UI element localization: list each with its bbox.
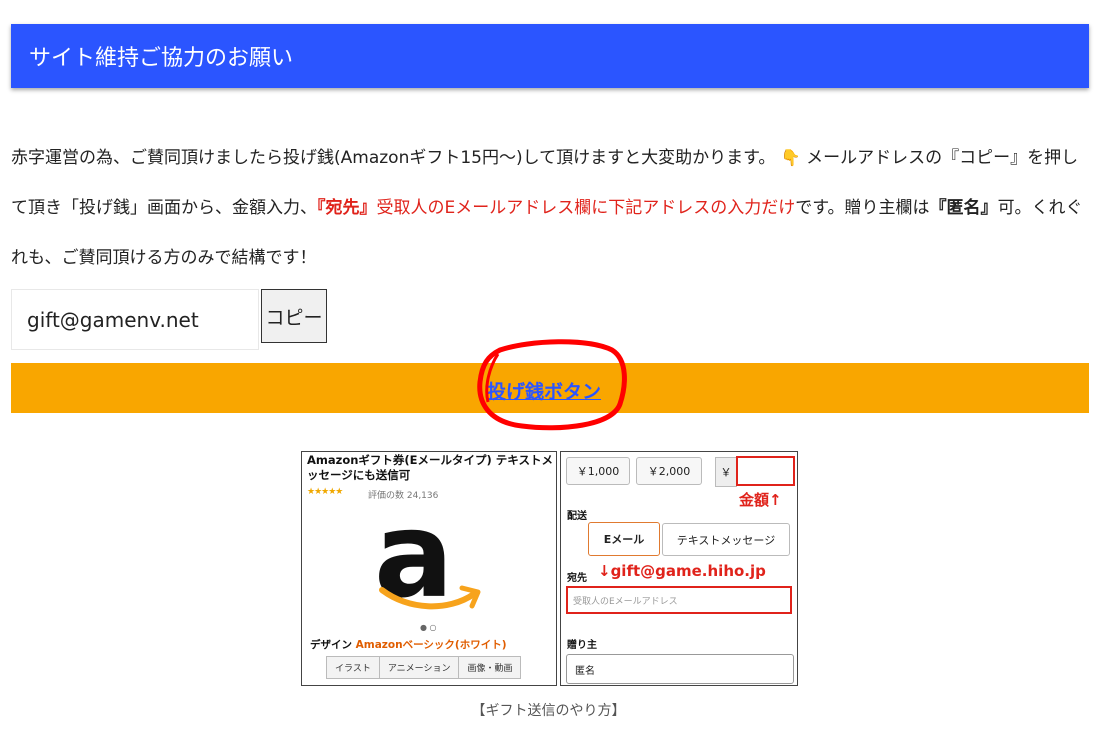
delivery-label: 配送 (567, 511, 587, 522)
intro-bold-anonymous: 『匿名』 (929, 198, 998, 218)
intro-red-bold: 『宛先』 (317, 198, 377, 218)
delivery-tab-text: テキストメッセージ (662, 523, 790, 556)
to-label: 宛先 (567, 573, 587, 584)
amount-annotation: 金額↑ (739, 491, 782, 509)
intro-paragraph: 赤字運営の為、ご賛同頂けましたら投げ銭(Amazonギフト15円〜)して頂けます… (11, 133, 1091, 283)
yen-symbol: ￥ (715, 457, 737, 487)
design-tabs: イラスト アニメーション 画像・動画 (326, 656, 522, 679)
copy-button[interactable]: コピー (261, 289, 327, 343)
design-label: デザイン (310, 639, 352, 651)
delivery-tab-email: Eメール (588, 522, 660, 556)
amazon-smile-icon (379, 585, 481, 610)
sender-label: 贈り主 (567, 640, 597, 651)
intro-text-1: 赤字運営の為、ご賛同頂けましたら投げ銭(Amazonギフト15円〜)して頂けます… (11, 148, 776, 168)
email-address-field[interactable]: gift@gamenv.net (11, 289, 259, 350)
page-title: サイト維持ご協力のお願い (29, 46, 294, 71)
carousel-dots: ● ○ (420, 623, 437, 632)
rating-stars-icon: ★★★★★ (307, 487, 343, 497)
product-title: Amazonギフト券(Eメールタイプ) テキストメッセージにも送信可 (307, 453, 553, 482)
design-value: Amazonベーシック(ホワイト) (355, 639, 507, 651)
design-row: デザイン Amazonベーシック(ホワイト) (310, 637, 507, 652)
amount-1000: ￥1,000 (566, 457, 630, 485)
intro-red-text: 受取人のEメールアドレス欄に下記アドレスの入力だけ (376, 198, 796, 218)
pointing-down-icon: 👇 (780, 148, 801, 167)
tab-animation: アニメーション (378, 656, 460, 679)
gift-card-product-panel: Amazonギフト券(Eメールタイプ) テキストメッセージにも送信可 ★★★★★… (301, 451, 557, 686)
recipient-email-field: 受取人のEメールアドレス (566, 586, 792, 614)
amount-2000: ￥2,000 (636, 457, 702, 485)
gift-address-annotation: ↓gift@game.hiho.jp (598, 562, 766, 580)
page-header: サイト維持ご協力のお願い (11, 24, 1089, 88)
intro-text-3: です。贈り主欄は (795, 198, 930, 218)
tab-image-video: 画像・動画 (458, 656, 522, 679)
sender-field: 匿名 (566, 654, 794, 684)
tab-illustration: イラスト (326, 656, 380, 679)
highlight-circle (477, 339, 627, 431)
gift-instructions-figure: Amazonギフト券(Eメールタイプ) テキストメッセージにも送信可 ★★★★★… (301, 451, 798, 687)
amount-input-highlight (736, 456, 795, 486)
gift-form-panel: ￥1,000 ￥2,000 ￥ 金額↑ 配送 Eメール テキストメッセージ 宛先… (560, 451, 798, 686)
figure-caption: 【ギフト送信のやり方】 (471, 703, 626, 719)
